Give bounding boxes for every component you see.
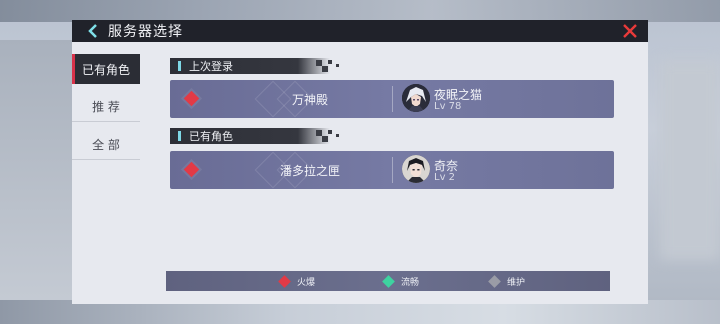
tab-all[interactable]: 全 部 [72,130,140,160]
red-diamond-icon [278,275,291,288]
section-accent-bar [178,61,181,71]
server-card-pantheon[interactable]: 万神殿 夜眠之猫 Lv 78 [170,80,614,118]
pixel-decoration [316,130,340,142]
white-hair-avatar [402,84,430,112]
gray-diamond-icon [488,275,501,288]
server-name: 万神殿 [291,93,328,107]
title-bar: 服务器选择 [72,20,648,42]
green-diamond-icon [382,275,395,288]
tab-label: 推 荐 [92,100,120,114]
background-left [0,40,72,300]
close-icon[interactable] [622,23,638,39]
server-select-dialog: 服务器选择 已有角色 推 荐 全 部 上次登录 万神殿 夜眠之猫 Lv 78 已… [72,20,648,304]
card-divider [392,157,393,183]
character-level: Lv 78 [434,101,462,112]
background-right [660,60,720,260]
section-title: 已有角色 [189,130,233,143]
character-level: Lv 2 [434,172,456,183]
legend-label: 维护 [507,278,526,288]
status-hot-icon [183,161,200,178]
tab-existing-characters[interactable]: 已有角色 [72,54,140,84]
legend-maintenance: 维护 [488,275,526,288]
chevron-left-icon[interactable] [88,20,102,42]
background-status-strip [0,0,720,22]
sidebar: 已有角色 推 荐 全 部 [72,54,152,168]
legend-smooth: 流畅 [382,275,420,288]
tab-label: 全 部 [92,138,120,152]
card-divider [392,86,393,112]
page-title: 服务器选择 [108,24,183,40]
tab-label: 已有角色 [81,62,130,77]
legend-label: 火爆 [297,278,316,288]
section-header-existing-characters: 已有角色 [170,128,339,144]
status-legend: 火爆 流畅 维护 [166,271,610,291]
legend-label: 流畅 [401,278,420,288]
server-name: 潘多拉之匣 [279,164,340,178]
section-header-last-login: 上次登录 [170,58,339,74]
server-card-pandora-box[interactable]: 潘多拉之匣 奇奈 Lv 2 [170,151,614,189]
dark-hair-avatar [402,155,430,183]
pixel-decoration [316,60,340,72]
section-accent-bar [178,131,181,141]
section-title: 上次登录 [189,60,233,73]
legend-hot: 火爆 [278,275,316,288]
tab-recommended[interactable]: 推 荐 [72,92,140,122]
status-hot-icon [183,90,200,107]
